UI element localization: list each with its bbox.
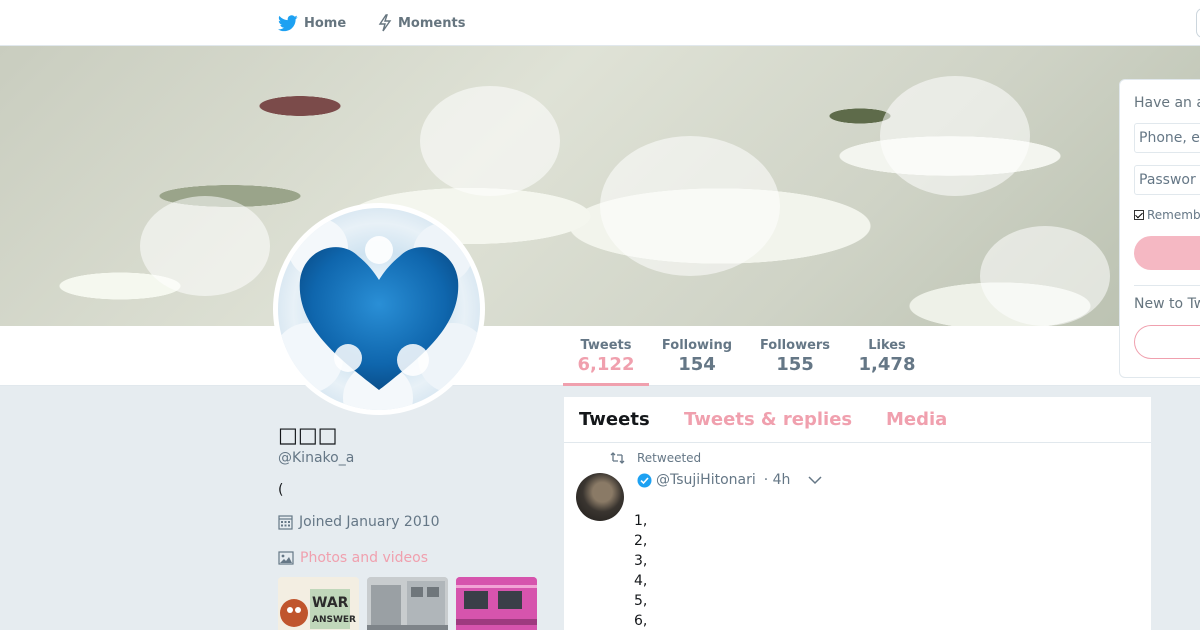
verified-badge-icon [637, 473, 652, 488]
remember-me[interactable]: Rememb [1134, 208, 1200, 222]
photos-and-videos-label: Photos and videos [300, 550, 429, 566]
stat-following[interactable]: Following 154 [657, 326, 737, 386]
profile-avatar[interactable] [273, 203, 485, 415]
remember-me-checkbox[interactable] [1134, 210, 1144, 220]
remember-me-label: Rememb [1147, 208, 1200, 222]
heart-cloud-icon [278, 218, 480, 410]
profile-joined-label: Joined January 2010 [299, 514, 440, 530]
tab-tweets-and-replies[interactable]: Tweets & replies [684, 409, 852, 430]
sign-up-button[interactable] [1134, 325, 1200, 359]
log-in-button[interactable] [1134, 236, 1200, 270]
tweet-text-line: 1, [634, 513, 648, 529]
lightning-icon [378, 14, 392, 32]
tweet-text-line: 4, [634, 573, 648, 589]
media-thumbnail[interactable] [456, 577, 537, 630]
stat-followers-value: 155 [776, 354, 814, 375]
password-input[interactable]: Passwor [1134, 165, 1200, 195]
profile-stats-bar: Tweets 6,122 Following 154 Followers 155… [0, 326, 1200, 386]
tweet-text-line: 2, [634, 533, 648, 549]
chevron-down-icon[interactable] [808, 475, 822, 485]
tweet-header: @TsujiHitonari · 4h [637, 472, 822, 488]
stat-likes[interactable]: Likes 1,478 [852, 326, 922, 386]
new-to-twitter-label: New to Tw [1134, 296, 1200, 312]
media-thumbnail[interactable]: WAR ANSWER [278, 577, 359, 630]
top-navigation: Home Moments [0, 0, 1200, 46]
media-thumbnails: WAR ANSWER [278, 577, 538, 630]
login-card: Have an a Phone, e Passwor Rememb New to… [1119, 79, 1200, 378]
retweeted-label: Retweeted [637, 451, 702, 465]
nav-home[interactable]: Home [278, 0, 346, 46]
tweet-author-handle[interactable]: @TsujiHitonari [656, 472, 756, 488]
nav-moments[interactable]: Moments [378, 0, 465, 46]
tweet-author-avatar[interactable] [576, 473, 624, 521]
retweet-icon [610, 452, 625, 464]
profile-name[interactable]: □□□ [278, 423, 338, 447]
stat-following-label: Following [661, 338, 733, 353]
stat-tweets-value: 6,122 [577, 354, 635, 375]
profile-handle[interactable]: @Kinako_a [278, 450, 354, 466]
retweet-context: Retweeted [610, 451, 701, 465]
tweet-text-line: 3, [634, 553, 648, 569]
media-thumbnail[interactable] [367, 577, 448, 630]
stat-followers[interactable]: Followers 155 [755, 326, 835, 386]
timeline-tabs: Tweets Tweets & replies Media [564, 397, 1151, 443]
twitter-bird-icon [278, 14, 298, 32]
tweet-timestamp[interactable]: · 4h [764, 472, 791, 488]
tweet-text: 1, 2, 3, 4, 5, 6, [634, 511, 647, 630]
photos-and-videos-link[interactable]: Photos and videos [278, 550, 428, 566]
svg-text:WAR: WAR [312, 595, 349, 611]
calendar-icon [278, 514, 293, 530]
search-input-edge[interactable] [1196, 8, 1200, 38]
profile-joined: Joined January 2010 [278, 514, 440, 530]
stat-likes-value: 1,478 [858, 354, 916, 375]
profile-bio: ( [278, 482, 284, 498]
tweet-text-line: 6, [634, 613, 648, 629]
svg-text:ANSWER: ANSWER [312, 615, 356, 625]
avatar-image [278, 208, 480, 410]
divider [1134, 285, 1200, 286]
tab-tweets[interactable]: Tweets [579, 409, 650, 430]
tab-media[interactable]: Media [886, 409, 947, 430]
timeline: Tweets Tweets & replies Media Retweeted … [564, 397, 1151, 630]
login-title: Have an a [1134, 95, 1200, 111]
stat-followers-label: Followers [759, 338, 831, 353]
stat-tweets-label: Tweets [580, 338, 632, 353]
profile-banner [0, 46, 1200, 326]
stat-likes-label: Likes [868, 338, 906, 353]
stat-following-value: 154 [678, 354, 716, 375]
tweet-text-line: 5, [634, 593, 648, 609]
phone-email-input[interactable]: Phone, e [1134, 123, 1200, 153]
image-icon [278, 550, 294, 566]
stat-tweets[interactable]: Tweets 6,122 [563, 326, 649, 386]
nav-moments-label: Moments [398, 15, 466, 31]
nav-home-label: Home [304, 15, 347, 31]
